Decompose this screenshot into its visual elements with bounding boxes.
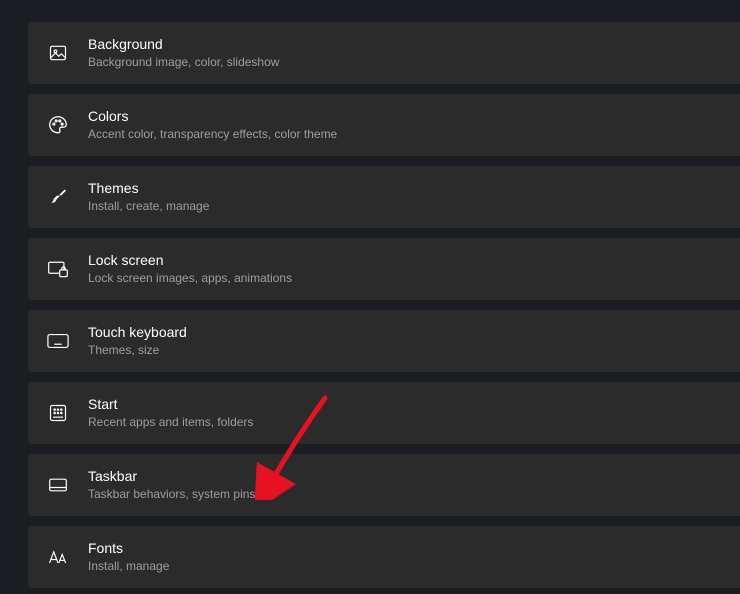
settings-item-text: Fonts Install, manage xyxy=(88,540,169,574)
personalization-settings-list: Background Background image, color, slid… xyxy=(0,0,740,588)
settings-item-touch-keyboard[interactable]: Touch keyboard Themes, size xyxy=(28,310,740,372)
settings-item-subtitle: Install, create, manage xyxy=(88,199,209,214)
settings-item-title: Themes xyxy=(88,180,209,198)
lock-screen-icon xyxy=(46,257,70,281)
settings-item-subtitle: Recent apps and items, folders xyxy=(88,415,253,430)
settings-item-fonts[interactable]: Fonts Install, manage xyxy=(28,526,740,588)
settings-item-themes[interactable]: Themes Install, create, manage xyxy=(28,166,740,228)
paintbrush-icon xyxy=(46,185,70,209)
palette-icon xyxy=(46,113,70,137)
start-grid-icon xyxy=(46,401,70,425)
settings-item-title: Colors xyxy=(88,108,337,126)
picture-icon xyxy=(46,41,70,65)
settings-item-title: Fonts xyxy=(88,540,169,558)
settings-item-title: Touch keyboard xyxy=(88,324,187,342)
taskbar-icon xyxy=(46,473,70,497)
keyboard-icon xyxy=(46,329,70,353)
settings-item-subtitle: Accent color, transparency effects, colo… xyxy=(88,127,337,142)
settings-item-colors[interactable]: Colors Accent color, transparency effect… xyxy=(28,94,740,156)
fonts-icon xyxy=(46,545,70,569)
settings-item-subtitle: Background image, color, slideshow xyxy=(88,55,279,70)
settings-item-text: Colors Accent color, transparency effect… xyxy=(88,108,337,142)
settings-item-subtitle: Themes, size xyxy=(88,343,187,358)
settings-item-subtitle: Install, manage xyxy=(88,559,169,574)
settings-item-text: Touch keyboard Themes, size xyxy=(88,324,187,358)
settings-item-title: Lock screen xyxy=(88,252,292,270)
settings-item-title: Taskbar xyxy=(88,468,255,486)
settings-item-subtitle: Lock screen images, apps, animations xyxy=(88,271,292,286)
settings-item-text: Background Background image, color, slid… xyxy=(88,36,279,70)
settings-item-text: Taskbar Taskbar behaviors, system pins xyxy=(88,468,255,502)
settings-item-subtitle: Taskbar behaviors, system pins xyxy=(88,487,255,502)
settings-item-text: Themes Install, create, manage xyxy=(88,180,209,214)
settings-item-text: Start Recent apps and items, folders xyxy=(88,396,253,430)
settings-item-text: Lock screen Lock screen images, apps, an… xyxy=(88,252,292,286)
settings-item-title: Background xyxy=(88,36,279,54)
settings-item-taskbar[interactable]: Taskbar Taskbar behaviors, system pins xyxy=(28,454,740,516)
settings-item-title: Start xyxy=(88,396,253,414)
settings-item-start[interactable]: Start Recent apps and items, folders xyxy=(28,382,740,444)
settings-item-background[interactable]: Background Background image, color, slid… xyxy=(28,22,740,84)
settings-item-lock-screen[interactable]: Lock screen Lock screen images, apps, an… xyxy=(28,238,740,300)
